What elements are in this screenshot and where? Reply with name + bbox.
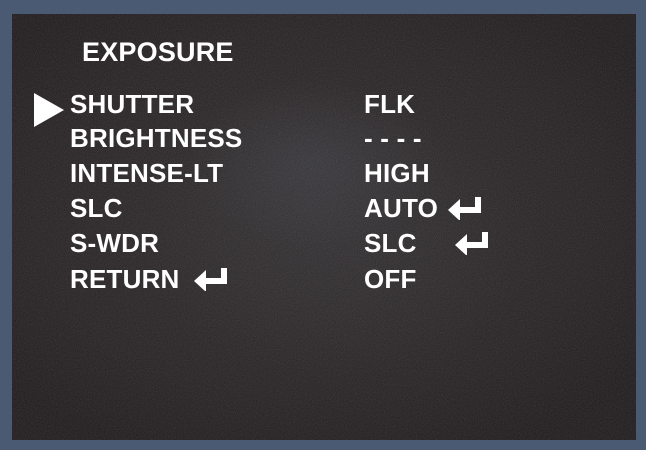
menu-item-shutter[interactable]: SHUTTER FLK <box>12 87 636 121</box>
osd-screen: EXPOSURE SHUTTER FLK BRIGHTNESS - - - - … <box>12 14 636 440</box>
menu-item-value: OFF <box>364 264 417 294</box>
osd-menu: EXPOSURE SHUTTER FLK BRIGHTNESS - - - - … <box>12 14 636 440</box>
menu-item-value: SLC <box>364 226 489 260</box>
menu-item-s-wdr[interactable]: S-WDR SLC <box>12 226 636 260</box>
menu-item-label: RETURN <box>70 262 228 296</box>
menu-title: EXPOSURE <box>82 37 234 67</box>
menu-item-label: SLC <box>70 193 123 223</box>
monitor-frame: EXPOSURE SHUTTER FLK BRIGHTNESS - - - - … <box>0 0 646 450</box>
menu-item-value: - - - - <box>364 123 422 153</box>
menu-item-label: BRIGHTNESS <box>70 123 243 153</box>
menu-item-brightness[interactable]: BRIGHTNESS - - - - <box>12 121 636 155</box>
return-arrow-icon[interactable] <box>454 231 489 256</box>
return-arrow-icon[interactable] <box>193 267 228 292</box>
menu-item-label: INTENSE-LT <box>70 158 224 188</box>
menu-item-value: HIGH <box>364 158 430 188</box>
menu-item-label: SHUTTER <box>70 89 195 119</box>
menu-item-label: S-WDR <box>70 228 160 258</box>
return-arrow-icon[interactable] <box>448 196 482 221</box>
menu-item-return[interactable]: RETURN OFF <box>12 262 636 296</box>
menu-item-value: AUTO <box>364 191 482 225</box>
menu-item-slc[interactable]: SLC AUTO <box>12 191 636 225</box>
menu-item-intense-lt[interactable]: INTENSE-LT HIGH <box>12 156 636 190</box>
menu-item-value: FLK <box>364 89 416 119</box>
